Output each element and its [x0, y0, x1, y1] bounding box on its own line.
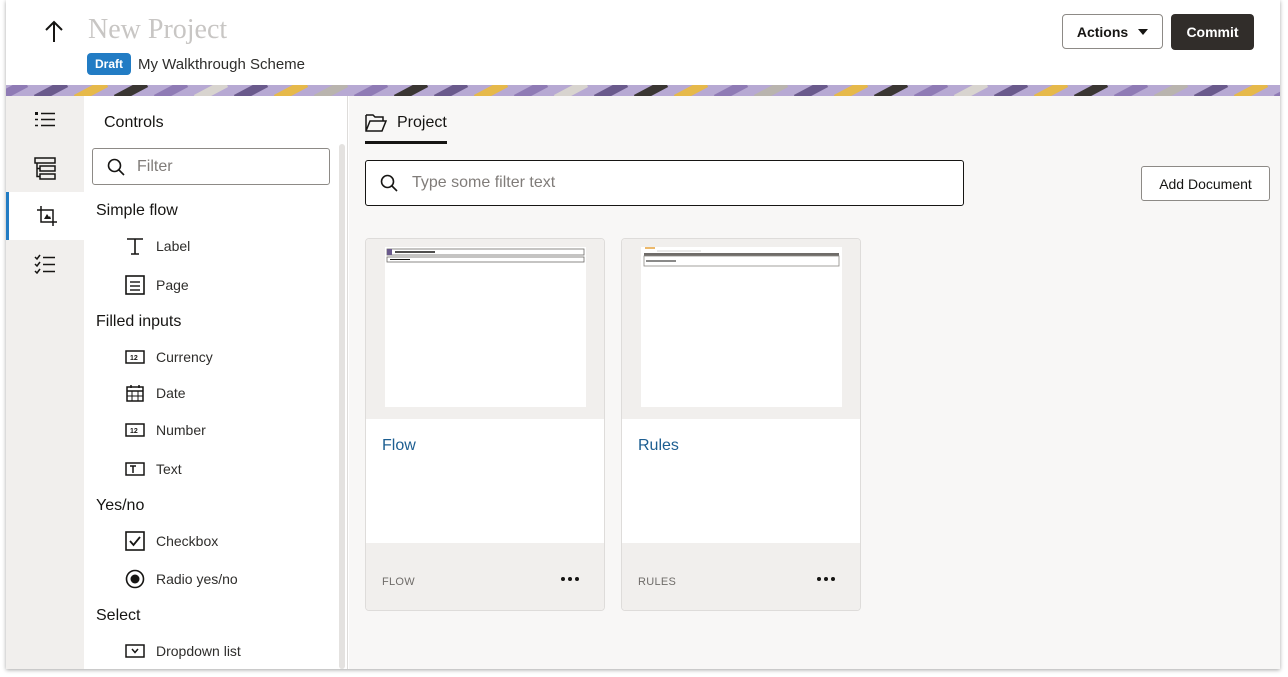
control-radio[interactable]: Radio yes/no	[124, 566, 238, 592]
caret-down-icon	[1138, 28, 1149, 35]
control-page-text: Page	[156, 277, 189, 293]
page-icon	[124, 274, 146, 296]
page-title: New Project	[88, 14, 228, 45]
radio-icon	[124, 568, 146, 590]
group-yes-no: Yes/no	[96, 497, 145, 514]
decorative-banner	[6, 84, 1280, 96]
group-select: Select	[96, 607, 141, 624]
rail-item-structure[interactable]	[6, 144, 84, 192]
controls-filter-input[interactable]	[137, 157, 317, 176]
arrow-up-icon	[45, 20, 63, 42]
number-field-icon: 12	[124, 419, 146, 441]
document-thumbnail-area	[366, 239, 604, 419]
control-dropdown-list[interactable]: Dropdown list	[124, 638, 241, 664]
tab-project-label: Project	[397, 113, 447, 131]
calendar-icon	[124, 382, 146, 404]
search-icon	[380, 174, 398, 192]
controls-filter-field[interactable]	[92, 148, 330, 185]
search-icon	[107, 158, 125, 176]
document-search-field[interactable]	[365, 160, 964, 206]
document-card-flow[interactable]: Flow FLOW	[365, 238, 605, 611]
document-card-footer: RULES	[622, 543, 860, 610]
navigation-rail	[6, 96, 84, 669]
document-type: RULES	[638, 576, 677, 588]
commit-button[interactable]: Commit	[1171, 14, 1254, 50]
document-thumbnail-area	[622, 239, 860, 419]
number-field-icon: 12	[124, 346, 146, 368]
control-page[interactable]: Page	[124, 272, 189, 298]
scheme-name: My Walkthrough Scheme	[138, 56, 306, 73]
control-currency[interactable]: 12 Currency	[124, 344, 213, 370]
svg-text:12: 12	[130, 355, 138, 362]
control-radio-text: Radio yes/no	[156, 571, 238, 587]
control-date-text: Date	[156, 385, 186, 401]
text-field-icon	[124, 458, 146, 480]
checkbox-icon	[124, 530, 146, 552]
rail-item-controls[interactable]	[6, 192, 84, 240]
checklist-icon	[34, 254, 55, 274]
tree-icon	[34, 157, 56, 180]
document-card-footer: FLOW	[366, 543, 604, 610]
control-checkbox[interactable]: Checkbox	[124, 528, 218, 554]
control-dropdown-list-text: Dropdown list	[156, 643, 241, 659]
control-currency-text: Currency	[156, 349, 213, 365]
text-t-icon	[124, 235, 146, 257]
document-search-input[interactable]	[412, 174, 932, 192]
rail-item-outline[interactable]	[6, 96, 84, 144]
document-name[interactable]: Rules	[638, 437, 679, 455]
document-name[interactable]: Flow	[382, 437, 416, 455]
add-document-button[interactable]: Add Document	[1141, 166, 1270, 201]
control-number-text: Number	[156, 422, 206, 438]
status-badge: Draft	[87, 53, 132, 75]
control-label-text: Label	[156, 238, 191, 254]
group-filled-inputs: Filled inputs	[96, 313, 182, 330]
controls-title: Controls	[104, 114, 164, 131]
back-button[interactable]	[40, 18, 68, 46]
control-date[interactable]: Date	[124, 380, 186, 406]
document-type: FLOW	[382, 576, 415, 588]
control-text[interactable]: Text	[124, 456, 182, 482]
rail-item-checklist[interactable]	[6, 240, 84, 288]
page-header: New Project Draft My Walkthrough Scheme …	[6, 0, 1280, 84]
more-options-button[interactable]	[810, 567, 842, 591]
more-options-button[interactable]	[554, 567, 586, 591]
control-label[interactable]: Label	[124, 233, 190, 259]
svg-text:12: 12	[130, 428, 138, 435]
folder-open-icon	[365, 113, 387, 132]
document-thumbnail	[385, 247, 586, 407]
control-number[interactable]: 12 Number	[124, 417, 206, 443]
actions-button-label: Actions	[1076, 23, 1129, 40]
more-dots-icon	[561, 577, 565, 581]
main-content: Project Add Document	[349, 96, 1280, 669]
actions-button[interactable]: Actions	[1062, 14, 1163, 49]
list-icon	[35, 112, 55, 127]
controls-panel: Controls Simple flow Label Page Filled i…	[84, 96, 348, 669]
tab-project[interactable]: Project	[365, 110, 447, 144]
group-simple-flow: Simple flow	[96, 202, 178, 219]
document-card-rules[interactable]: Rules RULES	[621, 238, 861, 611]
crop-icon	[36, 206, 57, 226]
control-text-text: Text	[156, 461, 182, 477]
control-checkbox-text: Checkbox	[156, 533, 219, 549]
document-thumbnail	[641, 247, 842, 407]
dropdown-icon	[124, 640, 146, 662]
app-window: New Project Draft My Walkthrough Scheme …	[6, 0, 1280, 669]
controls-scrollbar[interactable]	[339, 144, 345, 669]
more-dots-icon	[817, 577, 821, 581]
